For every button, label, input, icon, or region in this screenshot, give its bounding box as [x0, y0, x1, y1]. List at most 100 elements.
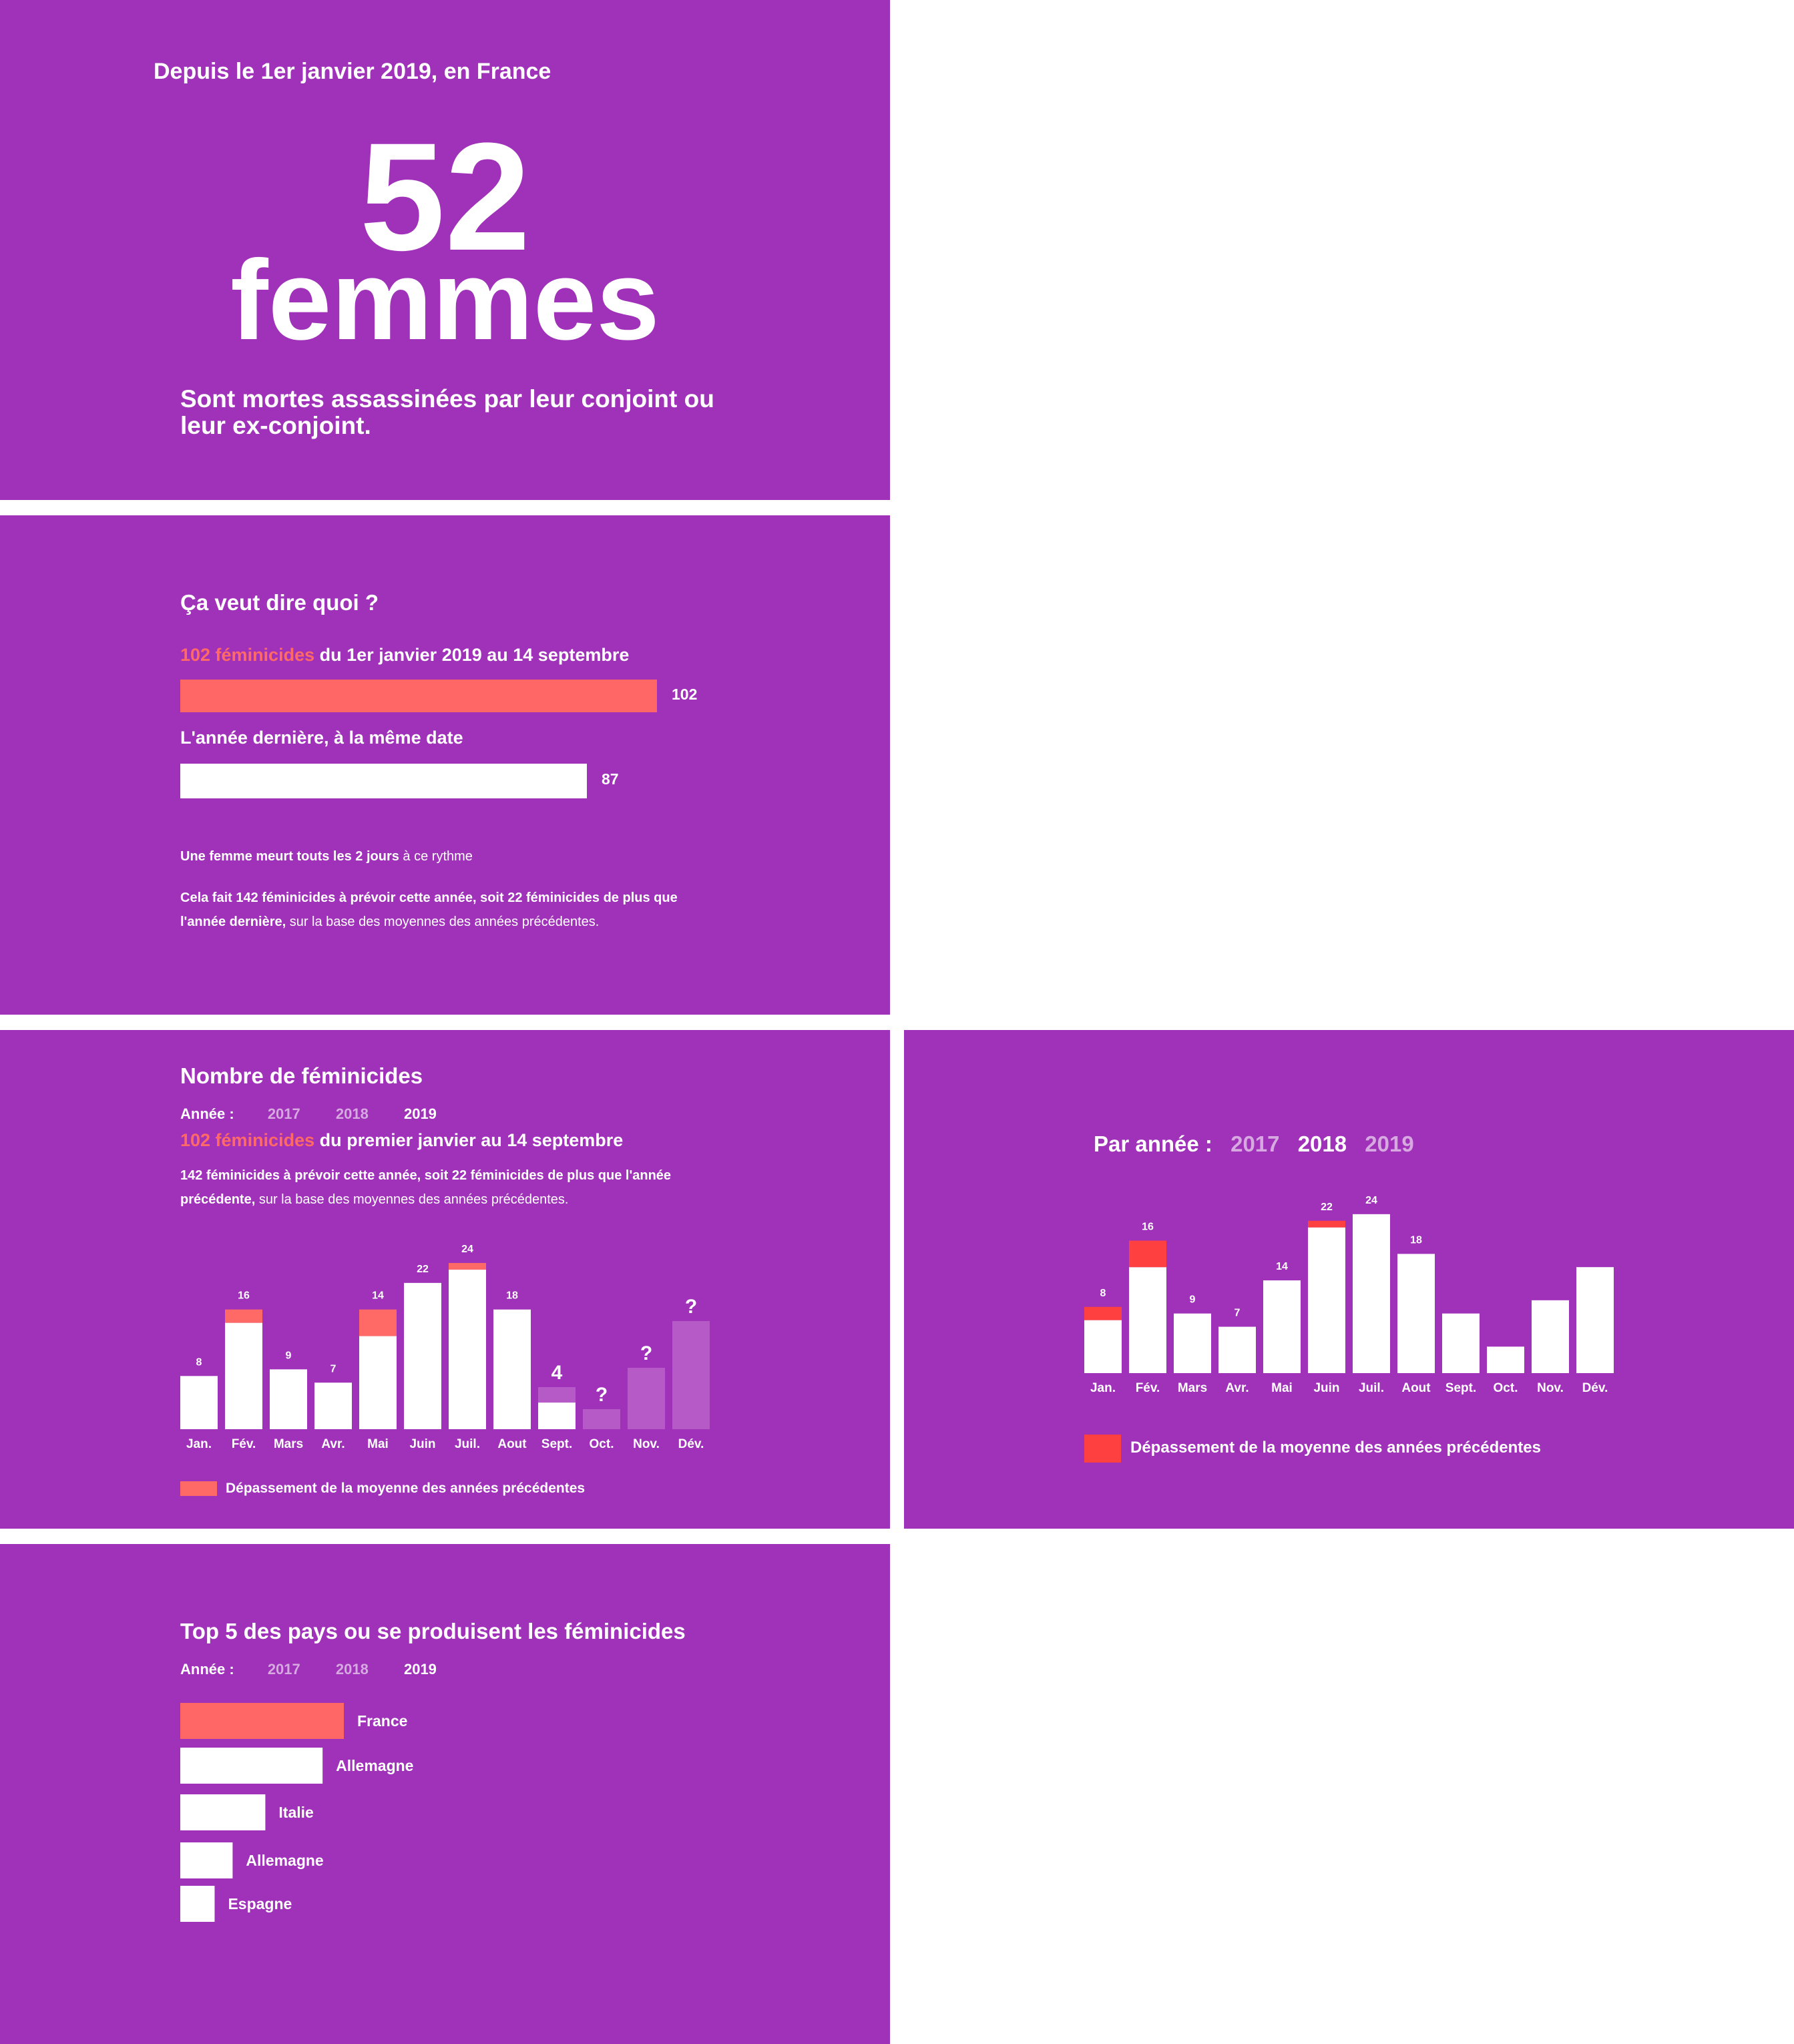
x-tick-label-1: Fév. — [232, 1437, 256, 1451]
hero-intro: Depuis le 1er janvier 2019, en France — [154, 59, 551, 84]
data-label-3: 7 — [330, 1363, 337, 1374]
data-label-11: ? — [685, 1296, 697, 1318]
hero-word: femmes — [230, 237, 660, 364]
x-tick-label-2: Mars — [274, 1437, 303, 1451]
data-label-4: 14 — [1276, 1261, 1288, 1272]
comparison-highlight: 102 féminicides — [180, 645, 315, 665]
country-bar-2 — [180, 1794, 266, 1830]
bar-excess-4 — [359, 1309, 397, 1336]
data-label-9: ? — [596, 1384, 608, 1406]
comparison-line1: 102 féminicides du 1er janvier 2019 au 1… — [180, 645, 629, 666]
country-label-0: France — [357, 1712, 407, 1730]
bar-5 — [1308, 1227, 1345, 1373]
x-tick-label-9: Oct. — [1494, 1381, 1518, 1395]
bar-0 — [180, 1376, 218, 1429]
forecast-text: Cela fait 142 féminicides à prévoir cett… — [180, 890, 678, 929]
x-tick-label-3: Avr. — [321, 1437, 345, 1451]
x-tick-label-0: Jan. — [1090, 1381, 1116, 1395]
bar-1 — [1129, 1267, 1166, 1373]
current-year-bar — [180, 680, 657, 712]
legend-label-excess: Dépassement de la moyenne des années pré… — [1130, 1439, 1541, 1457]
country-label-1: Allemagne — [336, 1757, 413, 1774]
rhythm-text: Une femme meurt touts les 2 jours à ce r… — [180, 849, 473, 864]
bar-projection-11 — [672, 1321, 710, 1429]
top-countries-panel: Top 5 des pays ou se produisent les fémi… — [0, 1544, 890, 2044]
x-tick-label-11: Dév. — [678, 1437, 704, 1451]
bar-excess-1 — [225, 1309, 262, 1323]
x-tick-label-4: Mai — [1271, 1381, 1293, 1395]
bar-excess-6 — [449, 1262, 486, 1270]
data-label-6: 24 — [461, 1244, 473, 1255]
x-tick-label-1: Fév. — [1136, 1381, 1160, 1395]
current-year-bar-label: 102 — [672, 686, 698, 703]
monthly-chart-panel: Nombre de féminicides Année : 2017 2018 … — [0, 1030, 890, 1529]
x-tick-label-7: Aout — [497, 1437, 527, 1451]
bar-excess-0 — [1084, 1306, 1122, 1320]
top-countries-bar-chart: France Allemagne Italie Allemagne Espagne — [180, 1703, 413, 1922]
data-label-1: 16 — [238, 1290, 250, 1302]
data-label-7: 18 — [506, 1290, 518, 1302]
bar-projection-9 — [583, 1409, 620, 1429]
hero-subtitle: Sont mortes assassinées par leur conjoin… — [180, 385, 714, 439]
bar-6 — [449, 1269, 486, 1429]
bar-8 — [538, 1402, 576, 1429]
comparison-line1-rest: du 1er janvier 2019 au 14 septembre — [314, 645, 630, 665]
country-label-2: Italie — [278, 1804, 313, 1821]
bar-7 — [1397, 1254, 1435, 1373]
country-bar-0 — [180, 1703, 344, 1739]
yearly-chart-panel: Par année : 2017 2018 2019 8 Jan. 16 Fév. 9 M… — [904, 1030, 1794, 1529]
data-label-6: 24 — [1365, 1195, 1377, 1206]
legend-swatch-excess — [1084, 1435, 1121, 1463]
data-label-4: 14 — [372, 1290, 384, 1302]
bar-excess-5 — [1308, 1220, 1345, 1228]
x-tick-label-7: Aout — [1401, 1381, 1431, 1395]
data-label-0: 8 — [1100, 1288, 1106, 1299]
bar-2 — [1174, 1313, 1211, 1373]
legend-label-excess: Dépassement de la moyenne des années pré… — [226, 1481, 586, 1496]
x-tick-label-5: Juin — [1313, 1381, 1339, 1395]
data-label-5: 22 — [1321, 1202, 1333, 1213]
data-label-2: 9 — [286, 1350, 292, 1361]
comparison-line2: L'année dernière, à la même date — [180, 728, 463, 748]
bar-3 — [1218, 1326, 1256, 1373]
x-tick-label-6: Juil. — [1359, 1381, 1384, 1395]
bar-3 — [314, 1382, 352, 1429]
x-tick-label-6: Juil. — [455, 1437, 480, 1451]
x-tick-label-11: Dév. — [1582, 1381, 1608, 1395]
country-bar-1 — [180, 1748, 323, 1784]
data-label-7: 18 — [1410, 1234, 1422, 1246]
data-label-3: 7 — [1235, 1308, 1241, 1319]
data-label-2: 9 — [1190, 1294, 1196, 1306]
x-tick-label-10: Nov. — [633, 1437, 660, 1451]
x-tick-label-3: Avr. — [1225, 1381, 1249, 1395]
data-label-10: ? — [640, 1342, 652, 1364]
comparison-panel: Ça veut dire quoi ? 102 féminicides du 1… — [0, 515, 890, 1015]
bar-5 — [404, 1282, 441, 1429]
x-tick-label-5: Juin — [409, 1437, 435, 1451]
data-label-0: 8 — [196, 1356, 202, 1368]
bar-11 — [1576, 1267, 1614, 1373]
country-label-3: Allemagne — [246, 1852, 323, 1869]
hero-panel: Depuis le 1er janvier 2019, en France 52… — [0, 0, 890, 500]
bar-10 — [1532, 1300, 1569, 1373]
data-label-8: 4 — [551, 1362, 563, 1384]
comparison-title: Ça veut dire quoi ? — [180, 590, 379, 615]
bar-excess-1 — [1129, 1240, 1166, 1268]
bar-9 — [1487, 1346, 1524, 1373]
x-tick-label-10: Nov. — [1537, 1381, 1564, 1395]
bar-2 — [270, 1369, 307, 1429]
monthly-bar-chart-2019: 8 Jan. 16 Fév. 9 Mars 7 Avr. 14 Mai 22 Juin 24 Juil. 1… — [180, 1244, 710, 1451]
bar-7 — [493, 1309, 531, 1429]
previous-year-bar — [180, 764, 587, 798]
x-tick-label-2: Mars — [1178, 1381, 1207, 1395]
bar-4 — [1263, 1280, 1301, 1373]
x-tick-label-8: Sept. — [1445, 1381, 1476, 1395]
x-tick-label-9: Oct. — [590, 1437, 614, 1451]
country-bar-3 — [180, 1842, 233, 1878]
country-bar-4 — [180, 1886, 215, 1922]
bar-1 — [225, 1322, 262, 1429]
bar-0 — [1084, 1320, 1122, 1373]
bar-4 — [359, 1336, 397, 1429]
country-label-4: Espagne — [228, 1895, 292, 1912]
x-tick-label-4: Mai — [367, 1437, 389, 1451]
